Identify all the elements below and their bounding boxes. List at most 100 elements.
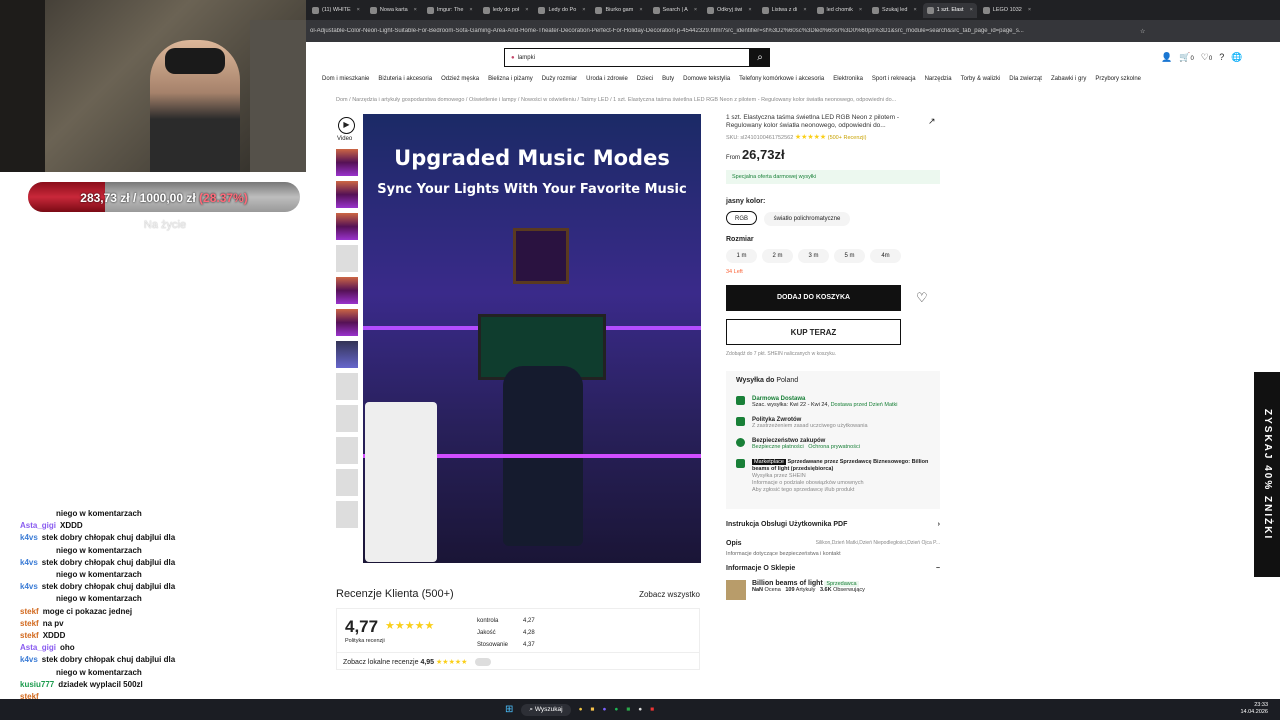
chat-username[interactable]: k4vs [20, 533, 38, 542]
close-icon[interactable]: × [414, 7, 417, 13]
ship-country[interactable]: Poland [776, 377, 798, 384]
see-all-reviews-link[interactable]: Zobacz wszystko [639, 590, 700, 599]
thumbnail[interactable] [336, 181, 358, 208]
close-icon[interactable]: × [913, 7, 916, 13]
browser-tab[interactable]: Imgur: The × [423, 3, 477, 18]
browser-tab[interactable]: (11) WHITE × [308, 3, 364, 18]
app-icon[interactable]: ■ [626, 706, 630, 713]
thumbnail[interactable] [336, 437, 358, 464]
category-link[interactable]: Dzieci [637, 76, 653, 82]
cart-icon[interactable]: 🛒0 [1179, 52, 1194, 63]
obligations-link[interactable]: Informacje o podziale obowiązków umownyc… [752, 480, 864, 486]
wishlist-heart-icon[interactable]: ♡ [916, 290, 928, 306]
category-link[interactable]: Buty [662, 76, 674, 82]
size-option[interactable]: 2 m [762, 249, 793, 263]
windows-start-icon[interactable]: ⊞ [505, 704, 513, 715]
thumbnail[interactable] [336, 341, 358, 368]
thumbnail[interactable] [336, 501, 358, 528]
category-link[interactable]: Dom i mieszkanie [322, 76, 369, 82]
browser-tab[interactable]: led chomik × [813, 3, 867, 18]
manual-link[interactable]: Instrukcja Obsługi Użytkownika PDF › [726, 521, 940, 528]
help-icon[interactable]: ? [1219, 52, 1224, 63]
close-icon[interactable]: × [469, 7, 472, 13]
category-link[interactable]: Uroda i zdrowie [586, 76, 628, 82]
color-option-poly[interactable]: światło polichromatyczne [763, 212, 850, 226]
chat-username[interactable]: stekf [20, 607, 39, 616]
bookmark-star-icon[interactable]: ☆ [1140, 28, 1145, 35]
steam-icon[interactable]: ● [638, 706, 642, 713]
user-icon[interactable]: 👤 [1161, 52, 1172, 63]
globe-icon[interactable]: 🌐 [1231, 52, 1242, 63]
browser-tab[interactable]: Biurko gam × [591, 3, 646, 18]
store-info-header[interactable]: Informacje O Sklepie − [726, 565, 940, 572]
chat-username[interactable]: stekf [20, 619, 39, 628]
review-count-link[interactable]: (500+ Recenzji) [828, 135, 867, 141]
close-icon[interactable]: × [639, 7, 642, 13]
chrome-icon[interactable]: ● [579, 706, 583, 713]
category-link[interactable]: Narzędzia [925, 76, 952, 82]
category-link[interactable]: Zabawki i gry [1051, 76, 1086, 82]
spotify-icon[interactable]: ● [614, 706, 618, 713]
folder-icon[interactable]: ■ [591, 706, 595, 713]
description-row[interactable]: Opis Silikon,Dzień Matki,Dzień Niepodległ… [726, 540, 940, 547]
close-icon[interactable]: × [1028, 7, 1031, 13]
safety-info-link[interactable]: Informacje dotyczące bezpieczeństwa i ko… [726, 551, 940, 557]
chat-username[interactable]: Asta_gigi [20, 521, 56, 530]
discord-icon[interactable]: ● [602, 706, 606, 713]
category-link[interactable]: Torby & walizki [961, 76, 1001, 82]
thumbnail[interactable] [336, 277, 358, 304]
clock[interactable]: 23:33 14.04.2026 [1240, 702, 1268, 716]
category-link[interactable]: Przybory szkolne [1095, 76, 1141, 82]
local-reviews-toggle[interactable] [475, 658, 492, 667]
size-option[interactable]: 5 m [834, 249, 865, 263]
browser-tab[interactable]: Listwa z di × [758, 3, 811, 18]
thumbnail[interactable] [336, 405, 358, 432]
chat-username[interactable]: k4vs [20, 655, 38, 664]
free-delivery-row[interactable]: Darmowa Dostawa Szac. wysyłka: Kwi 22 - K… [736, 396, 930, 408]
category-link[interactable]: Biżuteria i akcesoria [378, 76, 432, 82]
category-link[interactable]: Dla zwierząt [1009, 76, 1042, 82]
returns-row[interactable]: Polityka Zwrotów Z zastrzeżeniem zasad uc… [736, 417, 930, 429]
discount-side-banner[interactable]: ZYSKAJ 40% ZNIŻKI [1254, 372, 1280, 577]
product-main-image[interactable]: Upgraded Music Modes Sync Your Lights Wi… [363, 114, 701, 563]
thumbnail[interactable] [336, 149, 358, 176]
category-link[interactable]: Elektronika [833, 76, 863, 82]
thumbnail[interactable] [336, 245, 358, 272]
chat-username[interactable]: kusiu777 [20, 680, 54, 689]
video-play-icon[interactable]: ▶ [338, 117, 355, 134]
close-icon[interactable]: × [859, 7, 862, 13]
address-bar[interactable]: ol-Adjustable-Color-Neon-Light-Suitable-… [306, 20, 1280, 42]
close-icon[interactable]: × [748, 7, 751, 13]
thumbnail[interactable] [336, 309, 358, 336]
buy-now-button[interactable]: KUP TERAZ [726, 319, 901, 345]
browser-tab[interactable]: Ledy do Po × [534, 3, 589, 18]
review-policy[interactable]: Polityka recenzji [345, 638, 385, 644]
close-icon[interactable]: × [357, 7, 360, 13]
chat-username[interactable]: stekf [20, 631, 39, 640]
security-row[interactable]: Bezpieczeństwo zakupów Bezpieczne płatnoś… [736, 438, 930, 450]
size-option[interactable]: 1 m [726, 249, 757, 263]
report-link[interactable]: Aby zgłosić tego sprzedawcę i/lub produk… [752, 487, 854, 493]
browser-tab[interactable]: LEGO 1032 × [979, 3, 1035, 18]
app-icon[interactable]: ■ [650, 706, 654, 713]
wishlist-icon[interactable]: ♡0 [1201, 52, 1212, 63]
chat-username[interactable]: k4vs [20, 558, 38, 567]
category-link[interactable]: Odzież męska [441, 76, 479, 82]
close-icon[interactable]: × [694, 7, 697, 13]
category-link[interactable]: Bielizna i piżamy [488, 76, 533, 82]
size-option[interactable]: 4m [870, 249, 901, 263]
add-to-cart-button[interactable]: DODAJ DO KOSZYKA [726, 285, 901, 311]
category-link[interactable]: Domowe tekstylia [683, 76, 730, 82]
thumbnail[interactable] [336, 469, 358, 496]
store-card[interactable]: Billion beams of light Sprzedawca NaN Oc… [726, 580, 940, 600]
taskbar-search[interactable]: ⌕ Wyszukaj [521, 703, 571, 716]
category-link[interactable]: Duży rozmiar [542, 76, 577, 82]
close-icon[interactable]: × [582, 7, 585, 13]
close-icon[interactable]: × [525, 7, 528, 13]
thumbnail[interactable] [336, 373, 358, 400]
close-icon[interactable]: × [970, 7, 973, 13]
chat-username[interactable]: Asta_gigi [20, 643, 56, 652]
chat-username[interactable]: k4vs [20, 582, 38, 591]
size-option[interactable]: 3 m [798, 249, 829, 263]
category-link[interactable]: Sport i rekreacja [872, 76, 916, 82]
